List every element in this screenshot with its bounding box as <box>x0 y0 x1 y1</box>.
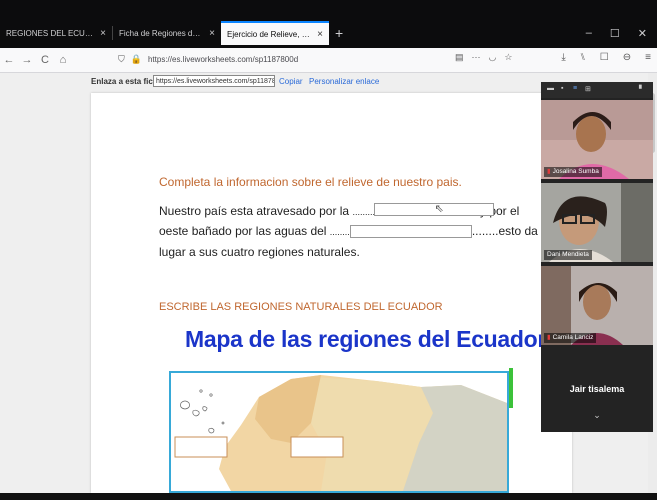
answer-box-oceano[interactable] <box>349 225 472 239</box>
participant-name-label: ▮ Josalina Sumba <box>544 167 602 177</box>
page-actions-button[interactable]: ··· <box>472 52 481 63</box>
tab-ejercicio-relieve[interactable]: Ejercicio de Relieve, regiones natu × <box>221 21 329 45</box>
sentence-line-2: oeste bañado por las aguas del .........… <box>159 224 538 239</box>
url-actions: ▤ ··· ◡ ☆ <box>455 52 512 63</box>
copy-link[interactable]: Copiar <box>279 77 303 86</box>
participant-name-label: Dani Mendieta <box>544 250 592 260</box>
video-panel-toolbar: ▬ ▪ ≡ ⊞ ▘ <box>541 82 653 98</box>
region-answer-box-costa[interactable] <box>290 436 344 458</box>
reload-button[interactable]: C <box>36 54 54 66</box>
sentence-text: ........esto da <box>471 224 538 238</box>
tab-ficha-regiones[interactable]: Ficha de Regiones del Ecuador × <box>113 22 221 44</box>
participant-tile-2[interactable]: Dani Mendieta <box>541 183 653 262</box>
question-regiones: ESCRIBE LAS REGIONES NATURALES DEL ECUAD… <box>159 301 443 313</box>
ecuador-map <box>169 371 509 493</box>
bookmark-star-icon[interactable]: ☆ <box>504 52 512 63</box>
library-icon[interactable]: ⑊ <box>580 52 586 63</box>
tab-close-icon[interactable]: × <box>317 29 323 40</box>
cursor-icon: ⇖ <box>434 203 444 215</box>
url-bar[interactable]: ⛉ 🔒 https://es.liveworksheets.com/sp1187… <box>118 51 498 68</box>
sentence-text: oeste bañado por las aguas del <box>159 224 330 238</box>
navigation-bar: ← → C ⌂ ⛉ 🔒 https://es.liveworksheets.co… <box>0 48 657 73</box>
sentence-text: Nuestro país esta atravesado por la <box>159 204 353 218</box>
tab-close-icon[interactable]: × <box>100 28 106 39</box>
reader-view-icon[interactable]: ▤ <box>455 52 464 63</box>
question-relieve: Completa la informacion sobre el relieve… <box>159 175 462 189</box>
menu-icon[interactable]: ≡ <box>645 52 651 63</box>
participant-tile-3[interactable]: ▮ Camila Lanciz <box>541 266 653 345</box>
tab-label: REGIONES DEL ECUADOR fichas <box>6 28 94 38</box>
minimize-button[interactable]: – <box>586 27 592 39</box>
tab-label: Ejercicio de Relieve, regiones natu <box>227 29 311 39</box>
taskbar-edge <box>0 493 657 500</box>
dotted-fill: ........ <box>329 227 350 237</box>
mic-muted-icon: ▮ <box>547 168 551 175</box>
account-icon[interactable]: ⊖ <box>623 52 631 63</box>
active-speaker-name: Jair tisalema <box>569 384 625 394</box>
region-answer-box-insular[interactable] <box>174 436 228 458</box>
home-button[interactable]: ⌂ <box>54 54 72 66</box>
speaker-view-icon[interactable]: ≡ <box>573 85 577 92</box>
window-controls: – ☐ ✕ <box>586 18 657 48</box>
video-call-panel: ▬ ▪ ≡ ⊞ ▘ ▮Josalina Sumba Dani Mendieta <box>541 82 653 432</box>
new-tab-button[interactable]: + <box>335 25 343 41</box>
forward-button[interactable]: → <box>18 54 36 66</box>
url-text: https://es.liveworksheets.com/sp1187800d <box>147 55 299 64</box>
download-icon[interactable]: ⤓ <box>561 52 565 63</box>
share-link-input[interactable]: https://es.liveworksheets.com/sp1187800d <box>153 75 275 87</box>
sentence-line-3: lugar a sus cuatro regiones naturales. <box>159 245 360 259</box>
sentence-line-1: Nuestro país esta atravesado por la ....… <box>159 203 519 218</box>
lock-icon: 🔒 <box>130 54 142 64</box>
shield-icon: ⛉ <box>118 54 125 64</box>
video-view-icon[interactable]: ▪ <box>561 85 563 92</box>
tab-regiones-fichas[interactable]: REGIONES DEL ECUADOR fichas × <box>0 22 112 44</box>
map-edge-accent <box>509 368 513 408</box>
tab-label: Ficha de Regiones del Ecuador <box>119 28 203 38</box>
gallery-view-icon[interactable]: ⊞ <box>585 85 591 93</box>
mic-muted-icon: ▮ <box>547 334 551 341</box>
worksheet-page: Completa la informacion sobre el relieve… <box>91 93 572 493</box>
back-button[interactable]: ← <box>0 54 18 66</box>
tab-close-icon[interactable]: × <box>209 28 215 39</box>
pin-icon[interactable]: ▘ <box>639 85 644 93</box>
os-top-bar <box>0 0 657 18</box>
map-title: Mapa de las regiones del Ecuador <box>185 326 547 352</box>
expand-chevron-icon[interactable]: ⌄ <box>541 410 653 421</box>
minimize-video-icon[interactable]: ▬ <box>547 85 554 92</box>
map-svg <box>171 373 507 491</box>
pocket-icon[interactable]: ◡ <box>489 52 497 63</box>
maximize-button[interactable]: ☐ <box>610 27 620 40</box>
blank-container: ........................................… <box>352 203 495 218</box>
close-window-button[interactable]: ✕ <box>638 27 647 40</box>
tab-bar: REGIONES DEL ECUADOR fichas × Ficha de R… <box>0 18 657 48</box>
participant-name-label: ▮ Camila Lanciz <box>544 333 597 343</box>
browser-toolbar-right: ⤓ ⑊ ☐ ⊖ ≡ <box>561 52 651 63</box>
customize-link[interactable]: Personalizar enlace <box>309 77 379 86</box>
participant-tile-1[interactable]: ▮ Josalina Sumba <box>541 100 653 179</box>
sidebar-icon[interactable]: ☐ <box>600 52 609 63</box>
